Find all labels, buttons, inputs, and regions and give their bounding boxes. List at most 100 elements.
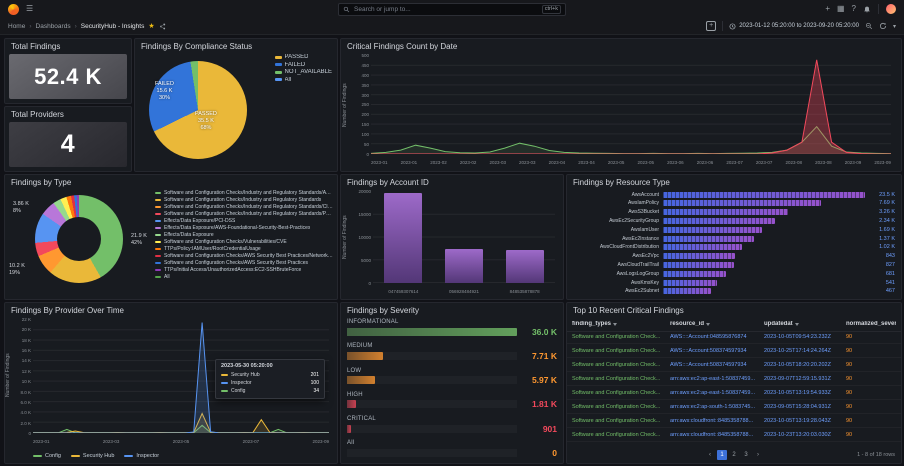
table-cell-updatedat[interactable]: 2023-10-23T13:20:03.030Z: [764, 432, 846, 438]
severity-bar[interactable]: [347, 400, 356, 409]
zoom-out-icon[interactable]: [865, 22, 873, 30]
account-bar[interactable]: [505, 249, 544, 283]
resource-bar[interactable]: [663, 279, 718, 286]
account-bar[interactable]: [444, 249, 483, 283]
table-cell-normalized_severity[interactable]: 90: [846, 404, 896, 410]
pagination-page-1[interactable]: 1: [717, 450, 727, 460]
favorite-star-icon[interactable]: ★: [148, 23, 154, 30]
filter-icon[interactable]: [706, 322, 711, 326]
legend-item[interactable]: Security Hub: [70, 453, 114, 459]
table-cell-resource_id[interactable]: AWS::::Account:048595876874: [670, 334, 764, 340]
refresh-interval-dropdown[interactable]: ▾: [893, 23, 896, 30]
legend-item[interactable]: Effects/Data Exposure/PCI-DSS: [155, 218, 333, 224]
time-series-plot[interactable]: [371, 56, 891, 154]
resource-bar[interactable]: [663, 200, 822, 207]
column-header[interactable]: resource_id: [670, 321, 764, 327]
table-cell-normalized_severity[interactable]: 90: [846, 390, 896, 396]
resource-bar[interactable]: [663, 270, 727, 277]
resource-bar[interactable]: [663, 235, 754, 242]
table-cell-updatedat[interactable]: 2023-10-05T18:20:20.202Z: [764, 362, 846, 368]
pagination-page-3[interactable]: 3: [741, 450, 751, 460]
refresh-icon[interactable]: [879, 22, 887, 30]
table-cell-finding_types[interactable]: Software and Configuration Check...: [572, 348, 670, 354]
table-cell-updatedat[interactable]: 2023-10-05T13:19:54.933Z: [764, 390, 846, 396]
donut-chart[interactable]: [35, 195, 123, 283]
pie-chart[interactable]: FAILED 15.6 K 30% PASSED 35.5 K 68%: [149, 61, 247, 159]
table-cell-normalized_severity[interactable]: 90: [846, 348, 896, 354]
help-icon[interactable]: ?: [852, 5, 856, 13]
legend-item[interactable]: TTPs/Policy:IAMUser/RootCredentialUsage: [155, 246, 333, 252]
table-cell-normalized_severity[interactable]: 90: [846, 432, 896, 438]
resource-bar[interactable]: [663, 217, 775, 224]
pagination-prev[interactable]: ‹: [705, 450, 715, 460]
table-cell-updatedat[interactable]: 2023-10-25T17:14:24.264Z: [764, 348, 846, 354]
table-cell-finding_types[interactable]: Software and Configuration Check...: [572, 418, 670, 424]
table-cell-resource_id[interactable]: arn:aws:cloudfront::8485358788...: [670, 432, 764, 438]
table-cell-updatedat[interactable]: 2023-10-05T09:54:23.232Z: [764, 334, 846, 340]
table-cell-resource_id[interactable]: AWS::::Account:508374597934: [670, 348, 764, 354]
resource-bar[interactable]: [663, 244, 743, 251]
add-icon[interactable]: +: [825, 5, 830, 13]
column-header[interactable]: updatedat: [764, 321, 846, 327]
table-cell-updatedat[interactable]: 2023-10-05T13:19:28.043Z: [764, 418, 846, 424]
table-cell-finding_types[interactable]: Software and Configuration Check...: [572, 362, 670, 368]
grafana-logo[interactable]: [8, 3, 19, 15]
menu-toggle-icon[interactable]: ☰: [26, 5, 33, 13]
notifications-bell-icon[interactable]: [863, 5, 871, 13]
table-cell-resource_id[interactable]: arn:aws:ec2:ap-south-1:5083745...: [670, 404, 764, 410]
legend-item[interactable]: Software and Configuration Checks/AWS Se…: [155, 253, 333, 259]
breadcrumb-home[interactable]: Home: [8, 23, 25, 30]
table-cell-finding_types[interactable]: Software and Configuration Check...: [572, 390, 670, 396]
severity-bar[interactable]: [347, 376, 376, 385]
column-header[interactable]: finding_types: [572, 321, 670, 327]
table-cell-resource_id[interactable]: arn:aws:cloudfront::8485358788...: [670, 418, 764, 424]
breadcrumb-current-dashboard[interactable]: SecurityHub - Insights: [81, 23, 145, 30]
table-cell-resource_id[interactable]: arn:aws:ec2:ap-east-1:50837459...: [670, 376, 764, 382]
legend-item[interactable]: Effects/Data Exposure: [155, 232, 333, 238]
legend-item[interactable]: All: [274, 77, 332, 83]
severity-bar[interactable]: [347, 327, 517, 336]
legend-item[interactable]: Software and Configuration Checks/Indust…: [155, 204, 333, 210]
pagination-next[interactable]: ›: [753, 450, 763, 460]
table-cell-finding_types[interactable]: Software and Configuration Check...: [572, 334, 670, 340]
filter-icon[interactable]: [613, 322, 618, 326]
table-cell-updatedat[interactable]: 2023-09-07T12:59:15.931Z: [764, 376, 846, 382]
share-icon[interactable]: [159, 23, 166, 30]
breadcrumb-dashboards[interactable]: Dashboards: [36, 23, 71, 30]
resource-bar[interactable]: [663, 288, 712, 295]
table-cell-normalized_severity[interactable]: 90: [846, 418, 896, 424]
severity-bar[interactable]: [347, 351, 384, 360]
severity-bar[interactable]: [347, 424, 352, 433]
table-cell-resource_id[interactable]: AWS::::Account:508374597934: [670, 362, 764, 368]
legend-item[interactable]: All: [155, 274, 333, 280]
table-cell-finding_types[interactable]: Software and Configuration Check...: [572, 404, 670, 410]
legend-item[interactable]: NOT_AVAILABLE: [274, 69, 332, 75]
pagination-page-2[interactable]: 2: [729, 450, 739, 460]
bar-chart-plot[interactable]: [373, 192, 555, 283]
legend-item[interactable]: Software and Configuration Checks/Indust…: [155, 197, 333, 203]
table-cell-normalized_severity[interactable]: 90: [846, 334, 896, 340]
resource-bar[interactable]: [663, 191, 865, 198]
legend-item[interactable]: FAILED: [274, 62, 332, 68]
table-cell-finding_types[interactable]: Software and Configuration Check...: [572, 432, 670, 438]
legend-item[interactable]: Software and Configuration Checks/Vulner…: [155, 239, 333, 245]
legend-item[interactable]: TTPs/Initial Access/UnauthorizedAccess:E…: [155, 267, 333, 273]
column-header[interactable]: normalized_severity: [846, 321, 896, 327]
filter-icon[interactable]: [794, 322, 799, 326]
apps-grid-icon[interactable]: ▦: [837, 5, 845, 13]
time-range-picker[interactable]: 2023-01-12 05:20:00 to 2023-09-20 05:20:…: [729, 23, 859, 30]
legend-item[interactable]: Software and Configuration Checks/Indust…: [155, 190, 333, 196]
add-panel-icon[interactable]: +: [706, 21, 717, 31]
user-avatar[interactable]: [886, 4, 896, 14]
legend-item[interactable]: Inspector: [124, 453, 159, 459]
legend-item[interactable]: Software and Configuration Checks/AWS Se…: [155, 260, 333, 266]
table-cell-updatedat[interactable]: 2023-09-05T15:28:04.931Z: [764, 404, 846, 410]
table-cell-finding_types[interactable]: Software and Configuration Check...: [572, 376, 670, 382]
table-cell-normalized_severity[interactable]: 90: [846, 376, 896, 382]
legend-item[interactable]: Config: [33, 453, 61, 459]
resource-bar[interactable]: [663, 262, 734, 268]
search-input[interactable]: Search or jump to... ctrl+k: [338, 3, 566, 16]
account-bar[interactable]: [384, 192, 423, 283]
resource-bar[interactable]: [663, 209, 788, 216]
resource-bar[interactable]: [663, 226, 762, 233]
